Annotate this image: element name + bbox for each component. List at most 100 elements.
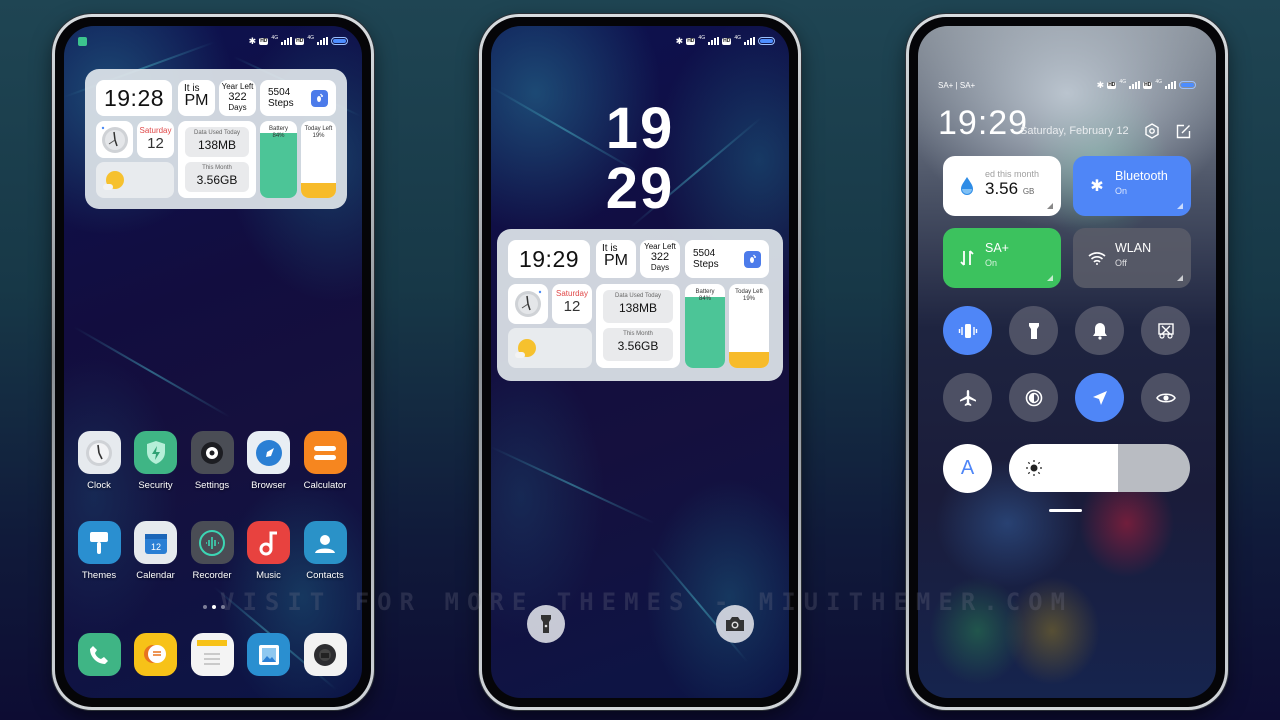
- app-calendar[interactable]: 12 Calendar: [128, 521, 184, 581]
- reading-mode-toggle[interactable]: [1141, 373, 1190, 422]
- eye-icon: [1155, 392, 1176, 403]
- battery-icon: [758, 37, 775, 45]
- hd-voice-icon: HD: [295, 37, 305, 45]
- widget-data-usage: Data Used Today 138MB This Month 3.56GB: [178, 121, 256, 198]
- app-browser[interactable]: Browser: [241, 431, 297, 491]
- battery-label: Battery: [268, 126, 288, 132]
- page-dot[interactable]: [203, 605, 207, 609]
- bell-icon: [1092, 322, 1107, 340]
- flashlight-shortcut-button[interactable]: [527, 605, 565, 643]
- page-dot[interactable]: [221, 605, 225, 609]
- app-themes[interactable]: Themes: [71, 521, 127, 581]
- app-music[interactable]: Music: [241, 521, 297, 581]
- hd-voice-icon: HD: [1107, 81, 1117, 89]
- widget-year-left: Year Left 322 Days: [219, 80, 256, 116]
- battery-icon: [1179, 81, 1196, 89]
- expand-corner-icon: [1177, 203, 1183, 209]
- network-type-label: 4G: [734, 35, 741, 41]
- network-type-label: 4G: [1119, 79, 1127, 85]
- app-security[interactable]: Security: [128, 431, 184, 491]
- mobile-data-tile[interactable]: SA+ On: [943, 228, 1061, 288]
- airplane-mode-toggle[interactable]: [943, 373, 992, 422]
- widget-weather: [96, 162, 174, 198]
- widget-battery: Battery 84%: [685, 284, 725, 368]
- settings-button[interactable]: [1143, 122, 1161, 140]
- expand-corner-icon: [1047, 203, 1053, 209]
- bluetooth-icon: ✱: [675, 35, 684, 46]
- data-month-value: 3.56GB: [617, 339, 659, 353]
- app-label: Calculator: [303, 480, 347, 491]
- day-number: 12: [147, 135, 164, 152]
- year-left-unit: Days: [650, 263, 670, 272]
- equals-icon: [303, 431, 347, 474]
- data-usage-tile[interactable]: ed this month 3.56 GB: [943, 156, 1061, 216]
- clock-icon: [77, 431, 121, 474]
- phone-bezel: ✱ HD 4G HD 4G 19:28 It is PM Year Left 3…: [55, 17, 371, 707]
- dock-app-camera[interactable]: [297, 633, 353, 676]
- location-toggle[interactable]: [1075, 373, 1124, 422]
- weather-sunny-icon: [515, 339, 536, 358]
- edit-button[interactable]: [1174, 122, 1192, 140]
- widget-weather: [508, 328, 592, 368]
- bluetooth-tile[interactable]: ✱ Bluetooth On: [1073, 156, 1191, 216]
- dark-mode-toggle[interactable]: [1009, 373, 1058, 422]
- hd-voice-icon: HD: [686, 37, 696, 45]
- lock-hour: 19: [605, 96, 675, 161]
- hd-voice-icon: HD: [259, 37, 269, 45]
- dock-app-gallery[interactable]: [241, 633, 297, 676]
- today-left-fill: [301, 183, 336, 198]
- widget-today-left: Today Left 19%: [301, 121, 336, 198]
- dock-app-phone[interactable]: [71, 633, 127, 676]
- signal-icon: [317, 37, 328, 45]
- control-center-screen: SA+ | SA+ ✱ HD 4G HD 4G 19:29 Saturday, …: [918, 26, 1216, 698]
- flashlight-toggle[interactable]: [1009, 306, 1058, 355]
- app-clock[interactable]: Clock: [71, 431, 127, 491]
- camera-shortcut-button[interactable]: [716, 605, 754, 643]
- weekday: Saturday: [139, 126, 172, 135]
- widget-analog-clock: [96, 121, 133, 158]
- data-today-value: 138MB: [197, 138, 237, 152]
- signal-icon: [1165, 81, 1176, 89]
- battery-fill: [260, 133, 297, 198]
- today-left-label: Today Left: [735, 289, 763, 295]
- bluetooth-title: Bluetooth: [1115, 169, 1168, 183]
- page-dot[interactable]: [212, 605, 216, 609]
- today-left-value: 19%: [312, 133, 325, 139]
- chat-bubble-icon: [134, 633, 177, 676]
- brightness-slider[interactable]: [1009, 444, 1190, 492]
- page-indicator[interactable]: [203, 605, 225, 609]
- data-month: This Month 3.56GB: [603, 328, 673, 361]
- widget-time: 19:29: [508, 240, 590, 278]
- status-bar: ✱ HD 4G HD 4G: [78, 34, 348, 48]
- info-widget[interactable]: 19:29 It is PM Year Left 322 Days 5504 St…: [497, 229, 783, 381]
- steps-label: Steps: [693, 259, 719, 270]
- lock-screen: ✱ HD 4G HD 4G 19 29 19:29 It is PM Year …: [491, 26, 789, 698]
- wlan-tile[interactable]: WLAN Off: [1073, 228, 1191, 288]
- drag-handle[interactable]: [1049, 509, 1082, 512]
- phone-lock-screen: ✱ HD 4G HD 4G 19 29 19:29 It is PM Year …: [479, 14, 801, 710]
- sound-toggle[interactable]: [1075, 306, 1124, 355]
- info-widget[interactable]: 19:28 It is PM Year Left 322 Days 5504 St…: [85, 69, 347, 209]
- battery-fill: [685, 297, 725, 368]
- dock-app-notes[interactable]: [184, 633, 240, 676]
- weather-sunny-icon: [103, 171, 124, 190]
- data-today-value: 138MB: [618, 301, 658, 315]
- dock-app-messages[interactable]: [128, 633, 184, 676]
- vibrate-toggle[interactable]: [943, 306, 992, 355]
- phone-control-center: SA+ | SA+ ✱ HD 4G HD 4G 19:29 Saturday, …: [906, 14, 1228, 710]
- camera-icon: [303, 633, 347, 676]
- app-recorder[interactable]: Recorder: [184, 521, 240, 581]
- screenshot-toggle[interactable]: [1141, 306, 1190, 355]
- app-contacts[interactable]: Contacts: [297, 521, 353, 581]
- today-left-fill: [729, 352, 769, 368]
- mobile-data-title: SA+: [985, 241, 1009, 255]
- music-note-icon: [247, 521, 290, 564]
- widget-date: Saturday 12: [552, 284, 592, 324]
- year-left-label: Year Left: [644, 242, 676, 251]
- app-calculator[interactable]: Calculator: [297, 431, 353, 491]
- status-bar: ✱ HD 4G HD 4G: [505, 34, 775, 48]
- app-settings[interactable]: Settings: [184, 431, 240, 491]
- year-left-label: Year Left: [221, 82, 254, 91]
- widget-steps: 5504 Steps: [260, 80, 336, 116]
- auto-brightness-button[interactable]: A: [943, 444, 992, 493]
